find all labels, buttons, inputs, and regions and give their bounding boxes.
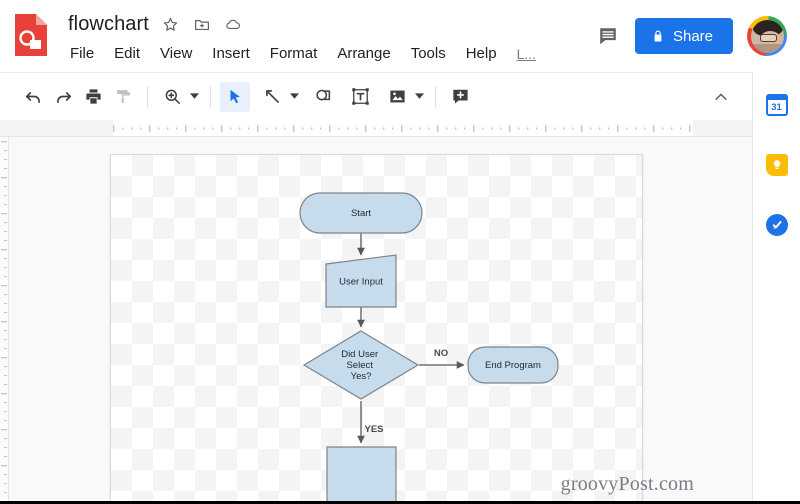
hide-menus-chevron-up-icon[interactable] bbox=[706, 82, 736, 112]
menu-format[interactable]: Format bbox=[270, 44, 318, 64]
image-button[interactable] bbox=[382, 82, 412, 112]
toolbar-divider bbox=[435, 85, 436, 108]
google-keep-icon[interactable] bbox=[765, 154, 788, 176]
google-calendar-icon[interactable]: 31 bbox=[765, 94, 788, 116]
document-title-row: flowchart bbox=[68, 12, 242, 36]
watermark: groovyPost.com bbox=[560, 473, 694, 495]
vertical-ruler-ticks bbox=[1, 141, 7, 494]
avatar[interactable] bbox=[747, 16, 787, 56]
lock-icon bbox=[651, 28, 665, 44]
shape-tool-button[interactable] bbox=[308, 82, 338, 112]
redo-button[interactable] bbox=[48, 82, 78, 112]
toolbar bbox=[0, 72, 752, 120]
line-tool-button[interactable] bbox=[257, 82, 287, 112]
select-tool-button[interactable] bbox=[220, 81, 250, 112]
text-box-button[interactable] bbox=[345, 82, 375, 112]
line-dropdown-caret-icon[interactable] bbox=[287, 83, 301, 111]
undo-button[interactable] bbox=[18, 82, 48, 112]
avatar-image bbox=[750, 19, 784, 53]
horizontal-ruler-ticks bbox=[113, 125, 691, 132]
star-icon[interactable] bbox=[162, 15, 180, 33]
side-panel: 31 bbox=[752, 72, 800, 501]
move-to-folder-icon[interactable] bbox=[193, 15, 211, 33]
comment-button[interactable] bbox=[445, 82, 475, 112]
menu-edit[interactable]: Edit bbox=[114, 44, 140, 64]
edge-label-no: NO bbox=[434, 348, 448, 359]
menu-tools[interactable]: Tools bbox=[411, 44, 446, 64]
google-tasks-icon[interactable] bbox=[765, 214, 788, 236]
menu-bar: File Edit View Insert Format Arrange Too… bbox=[70, 44, 536, 64]
horizontal-ruler[interactable] bbox=[0, 120, 752, 137]
zoom-dropdown-caret-icon[interactable] bbox=[187, 83, 201, 111]
print-button[interactable] bbox=[78, 82, 108, 112]
editor-area[interactable]: Start User Input Did User Select Yes? En… bbox=[9, 137, 752, 501]
vertical-ruler-track bbox=[0, 137, 8, 501]
horizontal-ruler-track bbox=[113, 120, 693, 136]
node-process bbox=[326, 446, 397, 501]
image-dropdown-caret-icon[interactable] bbox=[412, 83, 426, 111]
node-start-label: Start bbox=[351, 208, 371, 219]
paint-format-button[interactable] bbox=[108, 82, 138, 112]
node-user-input-label: User Input bbox=[339, 277, 383, 288]
menu-view[interactable]: View bbox=[160, 44, 192, 64]
vertical-ruler[interactable] bbox=[0, 137, 9, 501]
page-title[interactable]: flowchart bbox=[68, 12, 149, 36]
menu-arrange[interactable]: Arrange bbox=[337, 44, 390, 64]
node-end-program-label: End Program bbox=[485, 360, 541, 371]
google-drawings-window: flowchart File Edit View Insert Format A… bbox=[0, 0, 800, 504]
menu-help[interactable]: Help bbox=[466, 44, 497, 64]
google-slides-logo bbox=[12, 12, 50, 58]
menu-insert[interactable]: Insert bbox=[212, 44, 250, 64]
menu-file[interactable]: File bbox=[70, 44, 94, 64]
toolbar-divider bbox=[147, 85, 148, 108]
cloud-saved-icon[interactable] bbox=[224, 15, 242, 33]
edge-label-yes: YES bbox=[364, 424, 383, 435]
toolbar-divider bbox=[210, 85, 211, 108]
comment-history-icon[interactable] bbox=[595, 23, 621, 49]
header-actions: Share bbox=[595, 0, 800, 72]
app-header: flowchart File Edit View Insert Format A… bbox=[0, 0, 800, 72]
menu-last-edit[interactable]: L... bbox=[517, 44, 536, 64]
share-button-label: Share bbox=[672, 27, 713, 45]
zoom-button[interactable] bbox=[157, 82, 187, 112]
share-button[interactable]: Share bbox=[634, 18, 733, 54]
flowchart: Start User Input Did User Select Yes? En… bbox=[299, 192, 559, 501]
drawing-canvas[interactable]: Start User Input Did User Select Yes? En… bbox=[110, 154, 643, 501]
